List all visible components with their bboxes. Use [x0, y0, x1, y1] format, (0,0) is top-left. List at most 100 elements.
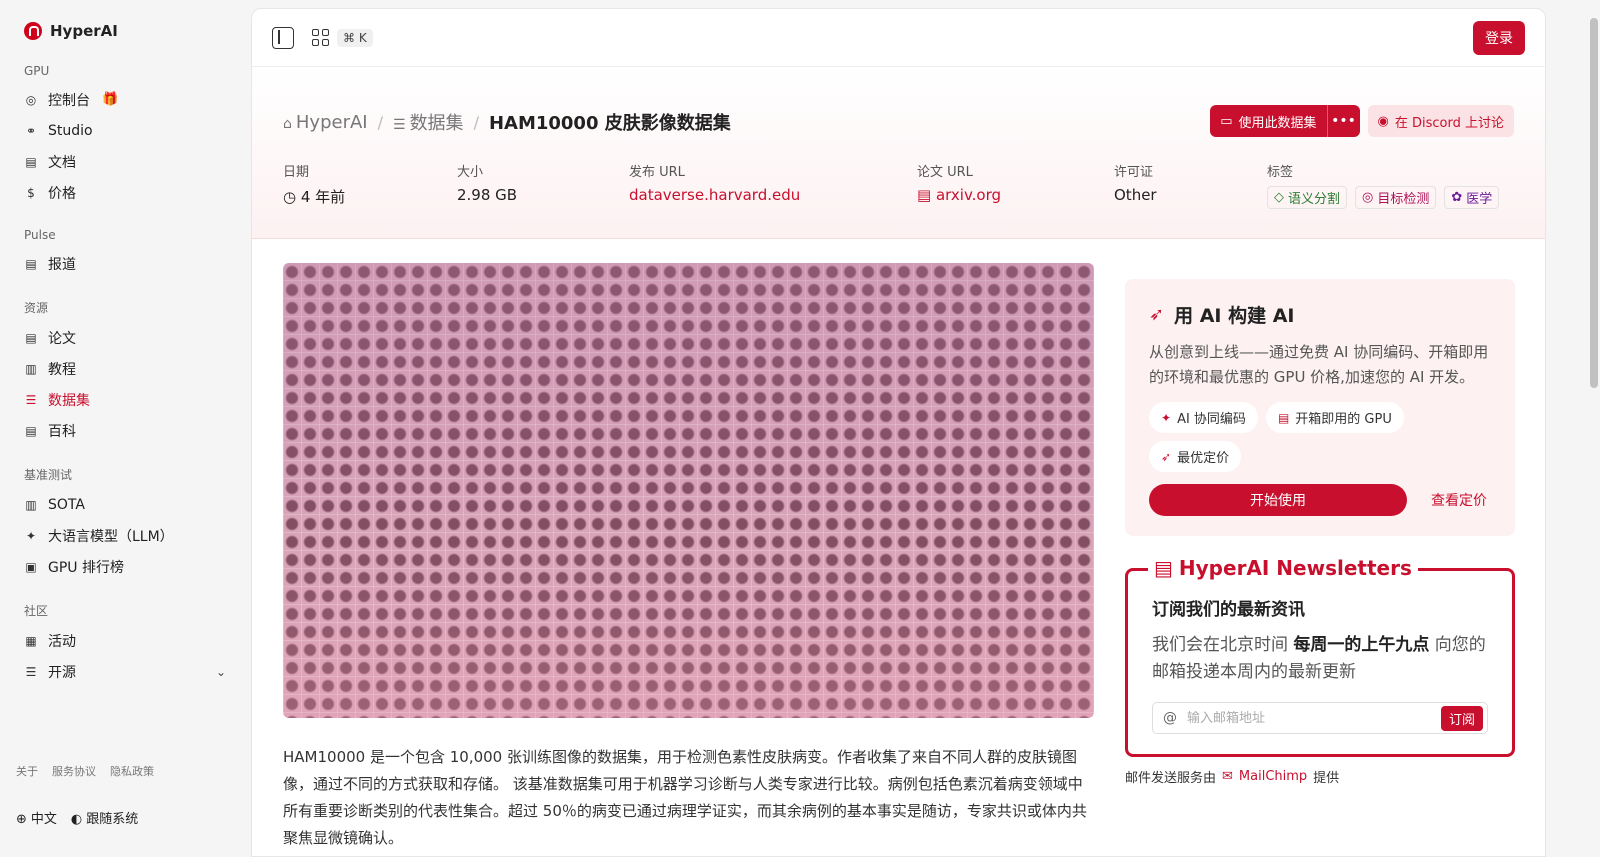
sidebar-item-tutorials[interactable]: ▥ 教程 — [16, 353, 234, 384]
chip-ai-coding: ✦ AI 协同编码 — [1149, 402, 1258, 433]
ai-promo-card: ➶ 用 AI 构建 AI 从创意到上线——通过免费 AI 协同编码、开箱即用的环境… — [1125, 279, 1515, 536]
sidebar-item-label: 教程 — [48, 361, 76, 378]
sidebar-item-news[interactable]: ▤ 报道 — [16, 248, 234, 279]
footer-link-privacy[interactable]: 隐私政策 — [110, 763, 154, 779]
get-started-button[interactable]: 开始使用 — [1149, 484, 1407, 516]
tag-list: ◇ 语义分割 ◎ 目标检测 ✿ 医学 — [1267, 186, 1500, 209]
email-subscribe-row: @ 订阅 — [1152, 702, 1488, 734]
brand-name: HyperAI — [50, 22, 118, 40]
command-shortcut[interactable]: ⌘ K — [337, 28, 373, 47]
sidebar-item-gpu-leaderboard[interactable]: ▣ GPU 排行榜 — [16, 551, 234, 582]
meta-size: 大小 2.98 GB — [457, 161, 629, 209]
meta-release-label: 发布 URL — [629, 165, 685, 180]
use-dataset-button[interactable]: ▭ 使用此数据集 — [1210, 105, 1328, 137]
tag-semantic-segmentation[interactable]: ◇ 语义分割 — [1267, 186, 1348, 209]
sidebar-item-datasets[interactable]: ☰ 数据集 — [16, 384, 234, 415]
sidebar-item-label: 数据集 — [48, 392, 90, 409]
sidebar-item-opensource[interactable]: ☰ 开源 ⌄ — [16, 656, 234, 687]
wiki-icon: ▤ — [25, 423, 37, 438]
view-pricing-link[interactable]: 查看定价 — [1431, 490, 1487, 510]
page-scrollbar[interactable] — [1588, 8, 1600, 857]
sidebar-item-label: 价格 — [48, 185, 76, 202]
meta-date: 日期 ◷ 4 年前 — [283, 161, 457, 209]
apps-grid-icon[interactable] — [312, 29, 329, 46]
ai-card-actions: 开始使用 查看定价 — [1149, 484, 1491, 516]
main-panel: ⌘ K 登录 ⌂ HyperAI / ☰ 数据集 / HAM10000 皮肤影像数据… — [251, 8, 1546, 857]
sidebar-section-pulse: Pulse — [24, 228, 56, 242]
dataset-meta: 日期 ◷ 4 年前 大小 2.98 GB 发布 URL dataverse.ha… — [283, 161, 1500, 209]
sidebar-item-papers[interactable]: ▤ 论文 — [16, 322, 234, 353]
sidebar-item-label: 控制台 — [48, 92, 90, 109]
flower-icon: ✿ — [1451, 190, 1463, 205]
chevron-down-icon: ⌄ — [215, 664, 226, 679]
tag-label: 医学 — [1466, 192, 1493, 207]
hyperai-logo-icon — [24, 22, 42, 40]
language-switcher[interactable]: ⊕ 中文 — [16, 808, 57, 827]
meta-license-label: 许可证 — [1114, 165, 1154, 180]
footer-link-about[interactable]: 关于 — [16, 763, 38, 779]
email-input[interactable] — [1187, 710, 1431, 726]
chip-best-price: ➶ 最优定价 — [1149, 441, 1242, 472]
chip-ready-gpu: ▤ 开箱即用的 GPU — [1265, 402, 1404, 433]
tag-label: 目标检测 — [1377, 192, 1430, 207]
at-icon: @ — [1163, 710, 1177, 726]
sidebar-item-label: 文档 — [48, 154, 76, 171]
meta-paper: 论文 URL ▤ arxiv.org — [917, 161, 1114, 209]
server-icon: ▤ — [1277, 410, 1290, 425]
sidebar-item-pricing[interactable]: $ 价格 — [16, 177, 234, 208]
newsletter-legend-text: HyperAI Newsletters — [1178, 556, 1412, 580]
ai-card-title: ➶ 用 AI 构建 AI — [1149, 301, 1491, 328]
sidebar-item-console[interactable]: ◎ 控制台 🎁 — [16, 84, 234, 115]
paper-url-link[interactable]: ▤ arxiv.org — [917, 186, 1114, 204]
meta-paper-label: 论文 URL — [917, 165, 973, 180]
brand[interactable]: HyperAI — [16, 16, 234, 46]
cpu-icon: ▣ — [25, 559, 37, 574]
sidebar-item-label: GPU 排行榜 — [48, 559, 124, 576]
home-icon: ⌂ — [283, 115, 292, 132]
language-label: 中文 — [30, 812, 57, 827]
book-icon: ▥ — [25, 361, 37, 376]
ai-feature-chips: ✦ AI 协同编码 ▤ 开箱即用的 GPU ➶ 最优定价 — [1149, 402, 1491, 472]
subscribe-button[interactable]: 订阅 — [1440, 705, 1483, 731]
more-options-icon[interactable]: ••• — [1327, 105, 1360, 137]
use-dataset-label: 使用此数据集 — [1238, 115, 1317, 131]
login-button[interactable]: 登录 — [1473, 20, 1525, 55]
discord-discuss-button[interactable]: ◉ 在 Discord 上讨论 — [1367, 105, 1514, 137]
sidebar-section-community: 社区 — [24, 604, 49, 618]
theme-switcher[interactable]: ◐ 跟随系统 — [71, 808, 138, 827]
use-dataset-button-group: ▭ 使用此数据集 ••• — [1210, 105, 1360, 137]
chip-label: AI 协同编码 — [1177, 412, 1246, 427]
tag-object-detection[interactable]: ◎ 目标检测 — [1355, 186, 1437, 209]
breadcrumb-home-label: HyperAI — [295, 111, 368, 133]
mailchimp-link[interactable]: MailChimp — [1239, 769, 1307, 784]
sidebar-section-gpu: GPU — [24, 64, 50, 78]
sidebar-item-llm[interactable]: ✦ 大语言模型（LLM） — [16, 520, 234, 551]
sidebar-footer: ⊕ 中文 ◐ 跟随系统 — [16, 808, 138, 827]
newsletter-card: ▤ HyperAI Newsletters 订阅我们的最新资讯 我们会在北京时间 … — [1125, 556, 1515, 757]
meta-license-value: Other — [1114, 186, 1157, 204]
rocket-icon: ➶ — [1149, 304, 1165, 325]
toggle-sidebar-icon[interactable] — [272, 26, 294, 49]
gauge-icon: ◎ — [25, 92, 37, 107]
breadcrumb-datasets[interactable]: ☰ 数据集 — [393, 109, 464, 135]
sparkle-icon: ✦ — [25, 528, 37, 543]
sidebar-item-label: SOTA — [48, 496, 85, 513]
sidebar-item-label: 论文 — [48, 330, 76, 347]
dataset-description: HAM10000 是一个包含 10,000 张训练图像的数据集，用于检测色素性皮… — [283, 748, 1087, 847]
footer-link-terms[interactable]: 服务协议 — [52, 763, 96, 779]
discord-icon: ◉ — [1377, 113, 1389, 129]
sidebar-item-sota[interactable]: ▥ SOTA — [16, 489, 234, 520]
sidebar-item-events[interactable]: ▦ 活动 — [16, 625, 234, 656]
sidebar-item-studio[interactable]: ⚭ Studio — [16, 115, 234, 146]
gift-icon: 🎁 — [102, 92, 119, 107]
sidebar-item-wiki[interactable]: ▤ 百科 — [16, 415, 234, 446]
scrollbar-thumb[interactable] — [1590, 18, 1598, 388]
sidebar-item-docs[interactable]: ▤ 文档 — [16, 146, 234, 177]
newsletter-text-before: 我们会在北京时间 — [1152, 635, 1294, 655]
tag-medical[interactable]: ✿ 医学 — [1444, 186, 1500, 209]
breadcrumb-datasets-label: 数据集 — [409, 113, 464, 134]
breadcrumb-home[interactable]: ⌂ HyperAI — [283, 112, 368, 133]
release-url-link[interactable]: dataverse.harvard.edu — [629, 186, 917, 204]
breadcrumb: ⌂ HyperAI / ☰ 数据集 / HAM10000 皮肤影像数据集 — [283, 109, 731, 135]
newsletter-legend: ▤ HyperAI Newsletters — [1148, 556, 1418, 580]
